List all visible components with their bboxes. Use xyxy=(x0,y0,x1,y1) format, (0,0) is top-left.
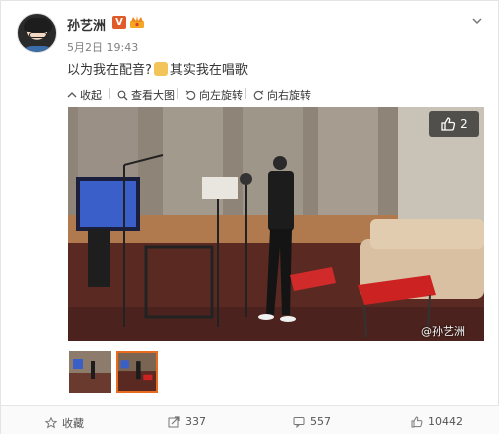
photo-watermark: @孙艺洲 xyxy=(421,325,465,338)
post-photo[interactable] xyxy=(68,107,484,341)
verified-badge: V xyxy=(112,16,126,29)
rotate-left-button[interactable]: 向左旋转 xyxy=(185,87,243,103)
like-icon xyxy=(411,415,423,427)
content-text-1: 以为我在配音? xyxy=(67,63,152,78)
rotate-right-label: 向右旋转 xyxy=(267,89,311,102)
muscle-emoji-icon xyxy=(153,62,168,76)
rotate-right-icon xyxy=(253,90,264,100)
repost-count: 337 xyxy=(185,415,206,428)
username[interactable]: 孙艺洲 xyxy=(67,15,106,34)
favorite-label: 收藏 xyxy=(62,417,84,430)
star-icon xyxy=(45,417,57,429)
photo-like-count: 2 xyxy=(460,117,468,131)
rotate-left-icon xyxy=(185,90,196,100)
comment-button[interactable]: 557 xyxy=(293,415,331,428)
like-count: 10442 xyxy=(428,415,463,428)
rotate-right-button[interactable]: 向右旋转 xyxy=(253,87,311,103)
rotate-left-label: 向左旋转 xyxy=(199,89,243,102)
collapse-icon xyxy=(67,92,77,98)
avatar[interactable] xyxy=(17,13,57,53)
collapse-button[interactable]: 收起 xyxy=(67,87,102,103)
photo-like-button[interactable]: 2 xyxy=(429,111,479,137)
zoom-icon xyxy=(117,90,128,100)
action-bar: 收藏 337 557 10442 xyxy=(1,405,499,434)
thumbnail-1[interactable] xyxy=(69,351,111,393)
thumbnail-2-selected[interactable] xyxy=(116,351,158,393)
view-full-button[interactable]: 查看大图 xyxy=(117,87,175,103)
post-content: 以为我在配音? 其实我在唱歌 xyxy=(67,59,248,78)
content-text-2: 其实我在唱歌 xyxy=(169,63,248,78)
media-toolbar: 收起 查看大图 向左旋转 向右旋转 xyxy=(67,83,485,105)
post-time[interactable]: 5月2日 19:43 xyxy=(67,39,138,55)
favorite-button[interactable]: 收藏 xyxy=(45,415,84,431)
comment-count: 557 xyxy=(310,415,331,428)
like-button[interactable]: 10442 xyxy=(411,415,463,428)
comment-icon xyxy=(293,416,305,428)
thumbs-up-icon xyxy=(441,117,456,131)
crown-icon xyxy=(130,16,144,28)
repost-icon xyxy=(168,415,180,427)
chevron-down-icon[interactable] xyxy=(471,15,483,27)
repost-button[interactable]: 337 xyxy=(168,415,206,428)
collapse-label: 收起 xyxy=(80,89,102,102)
weibo-post-card: 孙艺洲 V 5月2日 19:43 以为我在配音? 其实我在唱歌 收起 查看大图 向… xyxy=(0,0,499,434)
view-full-label: 查看大图 xyxy=(131,89,175,102)
